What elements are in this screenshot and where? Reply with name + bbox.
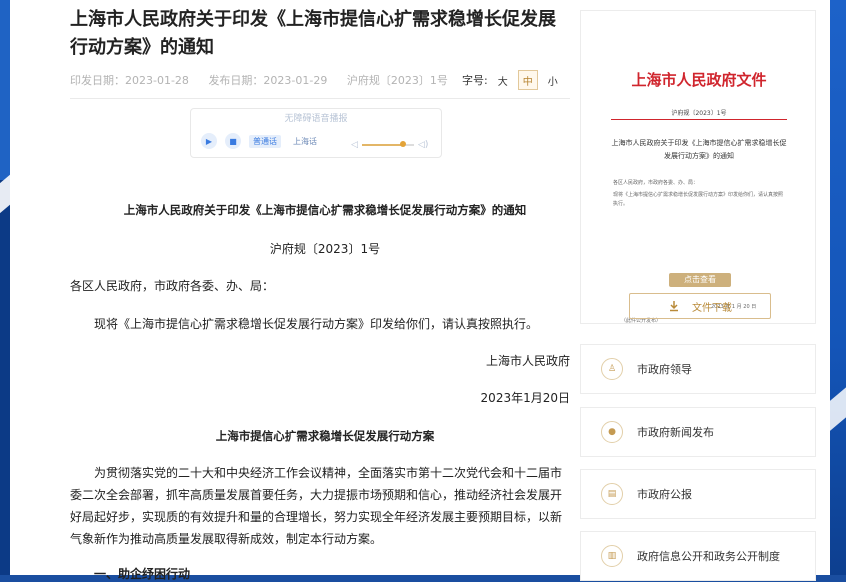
side-link-label: 政府信息公开和政务公开制度 bbox=[637, 550, 780, 563]
font-size-large-button[interactable]: 大 bbox=[494, 71, 512, 89]
file-download-label: 文件下载 bbox=[692, 302, 732, 314]
side-link-label: 市政府公报 bbox=[637, 488, 692, 501]
preview-header: 上海市人民政府文件 bbox=[631, 71, 767, 89]
release-date: 发布日期：2023-01-29 bbox=[208, 74, 328, 87]
shanghainese-button[interactable]: 上海话 bbox=[289, 135, 321, 148]
view-document-button[interactable]: 点击查看 bbox=[669, 273, 731, 287]
file-download-button[interactable]: 文件下载 bbox=[629, 293, 771, 319]
plan-body: 为贯彻落实党的二十大和中央经济工作会议精神，全面落实市第十二次党代会和十二届市委… bbox=[70, 466, 563, 546]
font-size-switcher: 字号: 大 中 小 bbox=[462, 70, 562, 90]
page-container: 上海市人民政府关于印发《上海市提信心扩需求稳增长促发展行动方案》的通知 印发日期… bbox=[10, 0, 830, 581]
side-link-government-leaders[interactable]: ♙ 市政府领导 bbox=[580, 344, 816, 394]
download-icon bbox=[670, 301, 678, 312]
publish-date: 印发日期：2023-01-28 bbox=[70, 74, 189, 87]
document-signer: 上海市人民政府 bbox=[485, 354, 570, 368]
font-size-label: 字号: bbox=[462, 74, 488, 87]
document-title: 上海市人民政府关于印发《上海市提信心扩需求稳增长促发展行动方案》的通知 bbox=[123, 203, 527, 217]
side-link-label: 市政府新闻发布 bbox=[637, 426, 714, 439]
player-controls: ▶ ■ 普通话 上海话 bbox=[201, 133, 321, 149]
section-heading: 一、助企纾困行动 bbox=[94, 567, 191, 581]
volume-high-icon[interactable]: ◁) bbox=[418, 140, 428, 150]
mandarin-button[interactable]: 普通话 bbox=[249, 134, 281, 148]
person-icon: ♙ bbox=[601, 358, 623, 380]
preview-title: 上海市人民政府关于印发《上海市提信心扩需求稳增长促发展行动方案》的通知 bbox=[611, 139, 787, 160]
divider bbox=[70, 98, 570, 99]
font-size-small-button[interactable]: 小 bbox=[544, 71, 562, 89]
audio-player: 无障碍语音播报 ▶ ■ 普通话 上海话 ◁ ◁) bbox=[190, 108, 442, 158]
volume-control: ◁ ◁) bbox=[351, 140, 428, 150]
newspaper-icon: ▤ bbox=[601, 483, 623, 505]
document-addressee: 各区人民政府，市政府各委、办、局： bbox=[70, 279, 275, 293]
volume-slider[interactable] bbox=[361, 141, 414, 147]
side-link-news-release[interactable]: ● 市政府新闻发布 bbox=[580, 407, 816, 457]
microphone-icon: ● bbox=[601, 421, 623, 443]
player-hint: 无障碍语音播报 bbox=[284, 114, 348, 124]
side-link-gazette[interactable]: ▤ 市政府公报 bbox=[580, 469, 816, 519]
stop-icon[interactable]: ■ bbox=[225, 133, 241, 149]
preview-red-rule bbox=[611, 119, 787, 120]
volume-low-icon[interactable]: ◁ bbox=[351, 140, 358, 150]
document-date: 2023年1月20日 bbox=[480, 391, 570, 405]
document-icon: ▥ bbox=[601, 545, 623, 567]
document-preview-card: 上海市人民政府文件 沪府规〔2023〕1号 上海市人民政府关于印发《上海市提信心… bbox=[580, 10, 816, 324]
preview-doc-number: 沪府规〔2023〕1号 bbox=[671, 110, 727, 117]
doc-number: 沪府规〔2023〕1号 bbox=[346, 74, 448, 87]
article-title: 上海市人民政府关于印发《上海市提信心扩需求稳增长促发展行动方案》的通知 bbox=[70, 9, 556, 58]
document-number: 沪府规〔2023〕1号 bbox=[269, 242, 381, 256]
document-preview-image[interactable]: 上海市人民政府文件 沪府规〔2023〕1号 上海市人民政府关于印发《上海市提信心… bbox=[611, 61, 787, 324]
font-size-medium-button[interactable]: 中 bbox=[517, 70, 538, 90]
plan-title: 上海市提信心扩需求稳增长促发展行动方案 bbox=[215, 429, 435, 443]
volume-knob[interactable] bbox=[399, 141, 406, 147]
document-intro: 现将《上海市提信心扩需求稳增长促发展行动方案》印发给你们，请认真按照执行。 bbox=[94, 317, 539, 331]
side-link-label: 市政府领导 bbox=[637, 363, 692, 376]
preview-line-2: 现将《上海市提信心扩需求稳增长促发展行动方案》印发给你们，请认真按照执行。 bbox=[613, 192, 784, 207]
side-link-disclosure-policy[interactable]: ▥ 政府信息公开和政务公开制度 bbox=[580, 531, 816, 581]
preview-line-1: 各区人民政府，市政府各委、办、局： bbox=[613, 180, 699, 186]
play-icon[interactable]: ▶ bbox=[201, 133, 217, 149]
background-right bbox=[830, 0, 846, 575]
